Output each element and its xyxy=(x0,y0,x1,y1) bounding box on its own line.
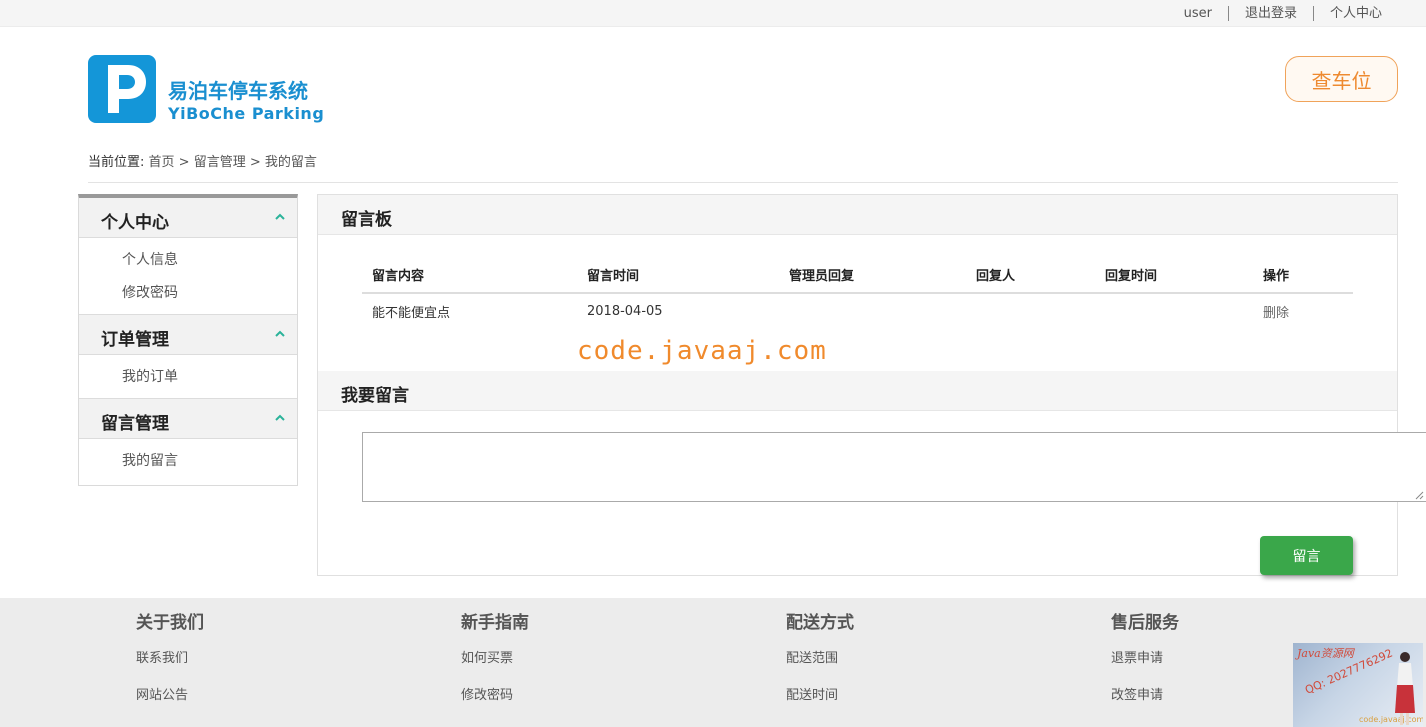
logo-title-en: YiBoChe Parking xyxy=(168,104,325,123)
parking-logo-icon xyxy=(88,55,156,123)
top-links: user 退出登录 个人中心 xyxy=(1168,0,1382,27)
watermark-text: code.javaaj.com xyxy=(577,336,827,366)
footer-column-title: 售后服务 xyxy=(1111,613,1179,633)
divider xyxy=(88,182,1398,183)
column-header: 操作 xyxy=(1253,257,1353,294)
footer-column-title: 关于我们 xyxy=(136,613,204,633)
top-bar: user 退出登录 个人中心 xyxy=(0,0,1426,27)
message-time: 2018-04-05 xyxy=(587,304,663,319)
site-logo[interactable]: 易泊车停车系统 YiBoChe Parking xyxy=(88,55,324,125)
sidebar-item-profile-info[interactable]: 个人信息 xyxy=(79,244,297,277)
profile-link[interactable]: 个人中心 xyxy=(1314,6,1382,21)
footer-link[interactable]: 如何买票 xyxy=(461,647,513,666)
logout-link[interactable]: 退出登录 xyxy=(1229,6,1313,21)
column-header: 留言内容 xyxy=(362,257,577,294)
replier xyxy=(966,293,1095,329)
sidebar-group-profile[interactable]: 个人中心 xyxy=(79,198,297,238)
footer-link[interactable]: 配送范围 xyxy=(786,647,838,666)
board-title: 留言板 xyxy=(341,210,392,230)
message-table: 留言内容 留言时间 管理员回复 回复人 回复时间 操作 能不能便宜点 2018-… xyxy=(362,257,1353,329)
sidebar-group-orders[interactable]: 订单管理 xyxy=(79,315,297,355)
chevron-up-icon xyxy=(275,330,285,337)
footer: 关于我们 联系我们 网站公告 新手指南 如何买票 修改密码 配送方式 配送范围 … xyxy=(0,598,1426,727)
chevron-up-icon xyxy=(275,213,285,220)
table-header-row: 留言内容 留言时间 管理员回复 回复人 回复时间 操作 xyxy=(362,257,1353,294)
footer-link[interactable]: 联系我们 xyxy=(136,647,188,666)
message-content: 能不能便宜点 xyxy=(372,306,451,321)
admin-reply xyxy=(779,293,966,329)
table-row: 能不能便宜点 2018-04-05 删除 xyxy=(362,293,1353,329)
footer-link[interactable]: 修改密码 xyxy=(461,684,513,703)
chevron-up-icon xyxy=(275,414,285,421)
sidebar-group-title: 订单管理 xyxy=(101,330,169,350)
footer-link[interactable]: 改签申请 xyxy=(1111,684,1163,703)
sidebar-item-my-orders[interactable]: 我的订单 xyxy=(79,361,297,394)
column-header: 回复时间 xyxy=(1095,257,1253,294)
submit-message-button[interactable]: 留言 xyxy=(1260,536,1353,575)
footer-link[interactable]: 配送时间 xyxy=(786,684,838,703)
breadcrumb-path[interactable]: 首页 > 留言管理 > 我的留言 xyxy=(149,155,317,170)
board-header: 留言板 xyxy=(318,195,1397,235)
column-header: 管理员回复 xyxy=(779,257,966,294)
sidebar-item-change-password[interactable]: 修改密码 xyxy=(79,277,297,310)
watermark-stamp: Java资源网 QQ: 2027776292 code.javaaj.com xyxy=(1293,643,1423,727)
breadcrumb-label: 当前位置: xyxy=(88,155,145,170)
person-figure-icon xyxy=(1395,652,1415,725)
footer-link[interactable]: 退票申请 xyxy=(1111,647,1163,666)
column-header: 留言时间 xyxy=(577,257,779,294)
footer-link[interactable]: 网站公告 xyxy=(136,684,188,703)
sidebar-group-title: 个人中心 xyxy=(101,213,169,233)
sidebar-item-my-messages[interactable]: 我的留言 xyxy=(79,445,297,478)
username-link[interactable]: user xyxy=(1168,6,1228,21)
compose-title: 我要留言 xyxy=(341,386,409,406)
resize-grip-icon[interactable] xyxy=(1414,490,1424,500)
sidebar-group-body: 我的订单 xyxy=(79,355,297,399)
message-panel: 留言板 留言内容 留言时间 管理员回复 回复人 回复时间 操作 能不能便宜点 2… xyxy=(317,194,1398,576)
message-textarea[interactable] xyxy=(362,432,1426,502)
compose-header: 我要留言 xyxy=(318,371,1397,411)
column-header: 回复人 xyxy=(966,257,1095,294)
breadcrumb: 当前位置: 首页 > 留言管理 > 我的留言 xyxy=(88,151,317,170)
delete-link[interactable]: 删除 xyxy=(1253,293,1353,329)
sidebar: 个人中心 个人信息 修改密码 订单管理 我的订单 留言管理 我的留言 xyxy=(78,194,298,486)
sidebar-group-body: 我的留言 xyxy=(79,439,297,482)
reply-time xyxy=(1095,293,1253,329)
sidebar-group-messages[interactable]: 留言管理 xyxy=(79,399,297,439)
footer-column-title: 配送方式 xyxy=(786,613,854,633)
footer-column-title: 新手指南 xyxy=(461,613,529,633)
sidebar-group-title: 留言管理 xyxy=(101,414,169,434)
find-space-button[interactable]: 查车位 xyxy=(1285,56,1398,102)
stamp-text: Java资源网 xyxy=(1297,647,1354,660)
sidebar-group-body: 个人信息 修改密码 xyxy=(79,238,297,315)
logo-title-cn: 易泊车停车系统 xyxy=(168,79,308,103)
